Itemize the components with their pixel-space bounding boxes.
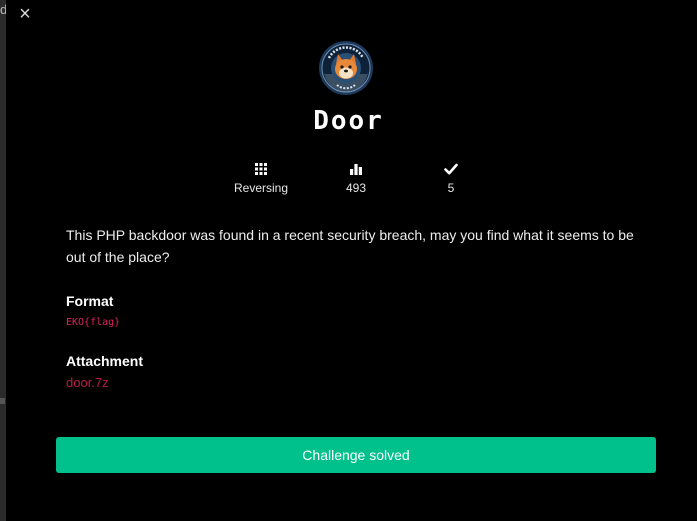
close-icon[interactable]: ×	[16, 4, 34, 24]
checkmark-icon	[444, 163, 458, 175]
grid-icon	[255, 163, 267, 175]
stat-points: 493	[306, 162, 406, 196]
attachment-label: Attachment	[66, 353, 144, 369]
challenge-title: Door	[313, 106, 384, 136]
team-badge-icon	[319, 41, 373, 95]
backdrop-scroll-mark	[0, 398, 5, 404]
stat-solves: 5	[401, 162, 501, 196]
challenge-solved-button[interactable]: Challenge solved	[56, 437, 656, 473]
format-label: Format	[66, 293, 114, 309]
attachment-link[interactable]: door.7z	[66, 374, 109, 392]
stat-category: Reversing	[211, 162, 311, 196]
stat-category-value: Reversing	[233, 181, 289, 195]
stat-solves-value: 5	[447, 181, 455, 195]
stat-points-value: 493	[345, 181, 367, 195]
bar-chart-icon	[350, 164, 362, 175]
challenge-description: This PHP backdoor was found in a recent …	[66, 227, 634, 265]
flag-format-value: EKO{flag}	[66, 317, 121, 328]
